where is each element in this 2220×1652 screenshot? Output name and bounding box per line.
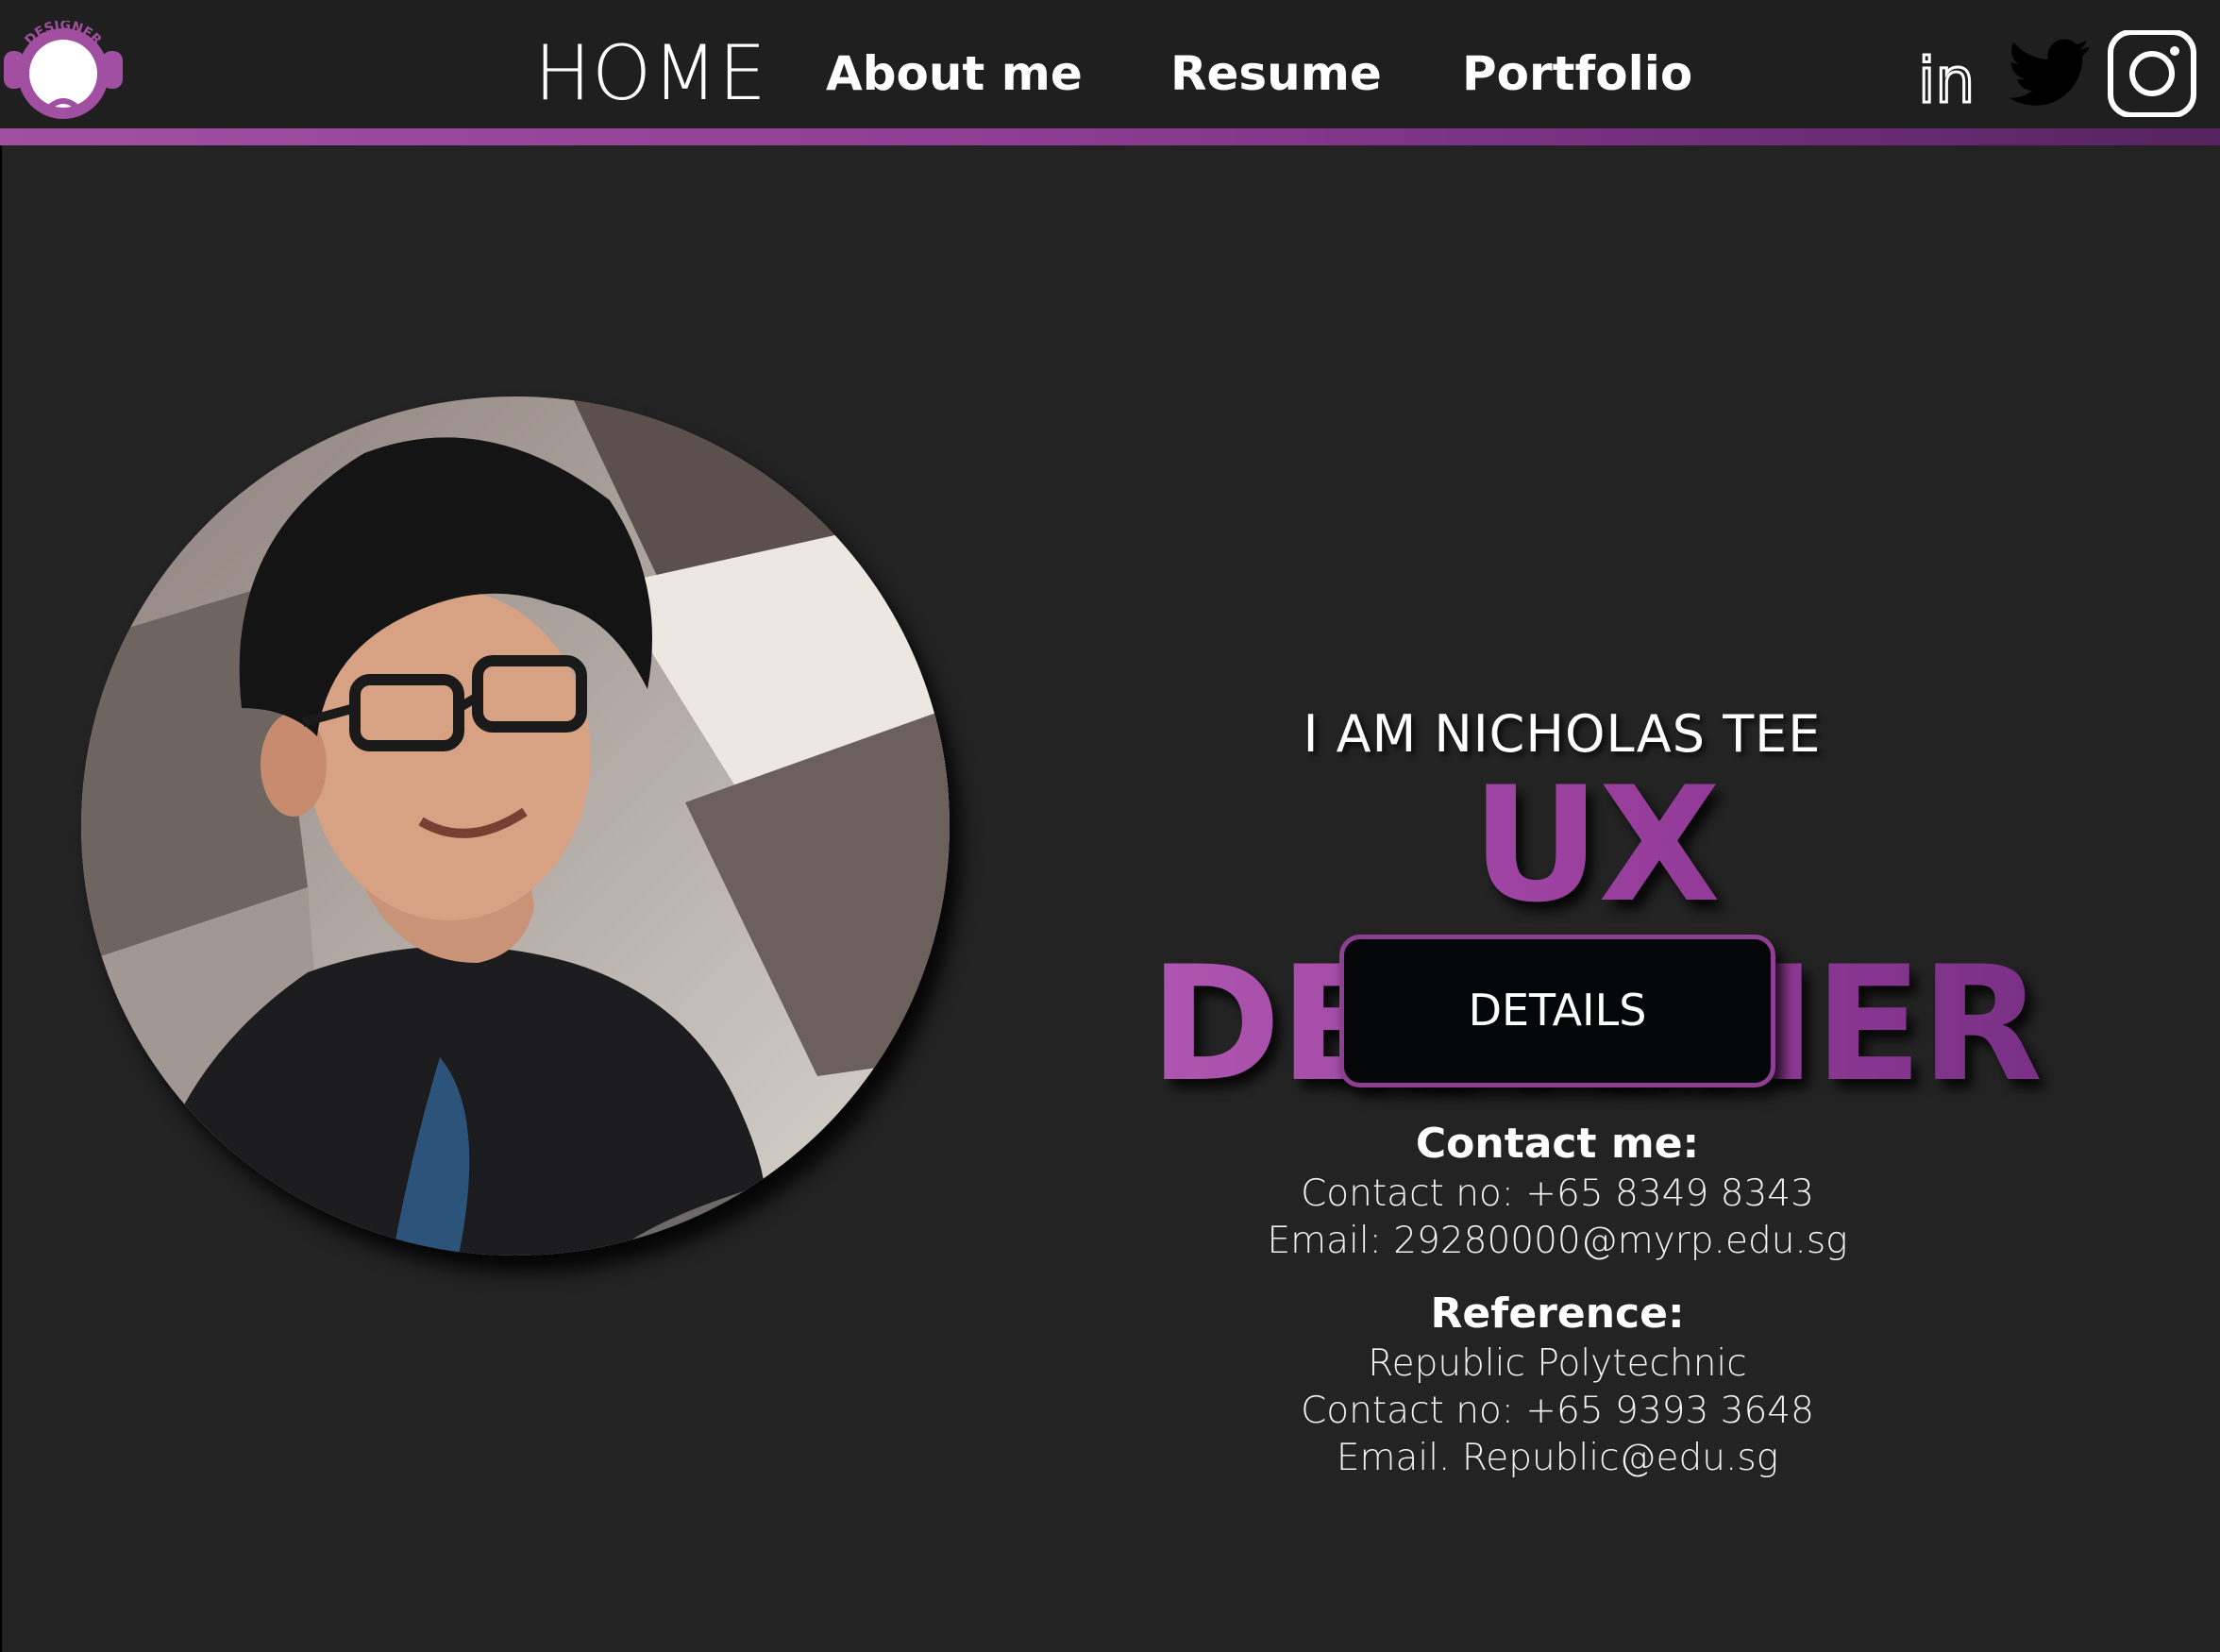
reference-name: Republic Polytechnic [1368, 1342, 1747, 1385]
profile-photo [81, 396, 950, 1256]
reference-email[interactable]: Email. Republic@edu.sg [1227, 1435, 1888, 1482]
reference-heading: Reference: [1430, 1290, 1685, 1338]
top-nav-bar: DESIGNER HOME About me Resume Portfolio … [0, 0, 2220, 130]
instagram-icon[interactable] [2107, 29, 2197, 118]
nav-resume[interactable]: Resume [1170, 26, 1382, 121]
nav-home[interactable]: HOME [534, 26, 767, 121]
linkedin-text: in [1918, 44, 1975, 117]
contact-section: Contact me: Contact no: +65 8349 8343 Em… [1227, 1118, 1888, 1265]
reference-section: Reference: Republic Polytechnic Contact … [1227, 1288, 1888, 1482]
details-button[interactable]: DETAILS [1339, 935, 1775, 1087]
contact-heading: Contact me: [1415, 1120, 1700, 1168]
contact-phone: Contact no: +65 8349 8343 [1301, 1172, 1814, 1215]
nav-portfolio[interactable]: Portfolio [1462, 26, 1692, 121]
page-border [0, 0, 2, 1652]
nav-about-me[interactable]: About me [826, 26, 1083, 121]
reference-phone: Contact no: +65 9393 3648 [1301, 1390, 1814, 1432]
twitter-icon[interactable] [2006, 30, 2093, 117]
linkedin-icon[interactable]: in [1916, 30, 1984, 119]
designer-logo[interactable]: DESIGNER [4, 18, 123, 125]
contact-email[interactable]: Email: 29280000@myrp.edu.sg [1227, 1218, 1888, 1265]
header-accent-line [0, 128, 2220, 145]
